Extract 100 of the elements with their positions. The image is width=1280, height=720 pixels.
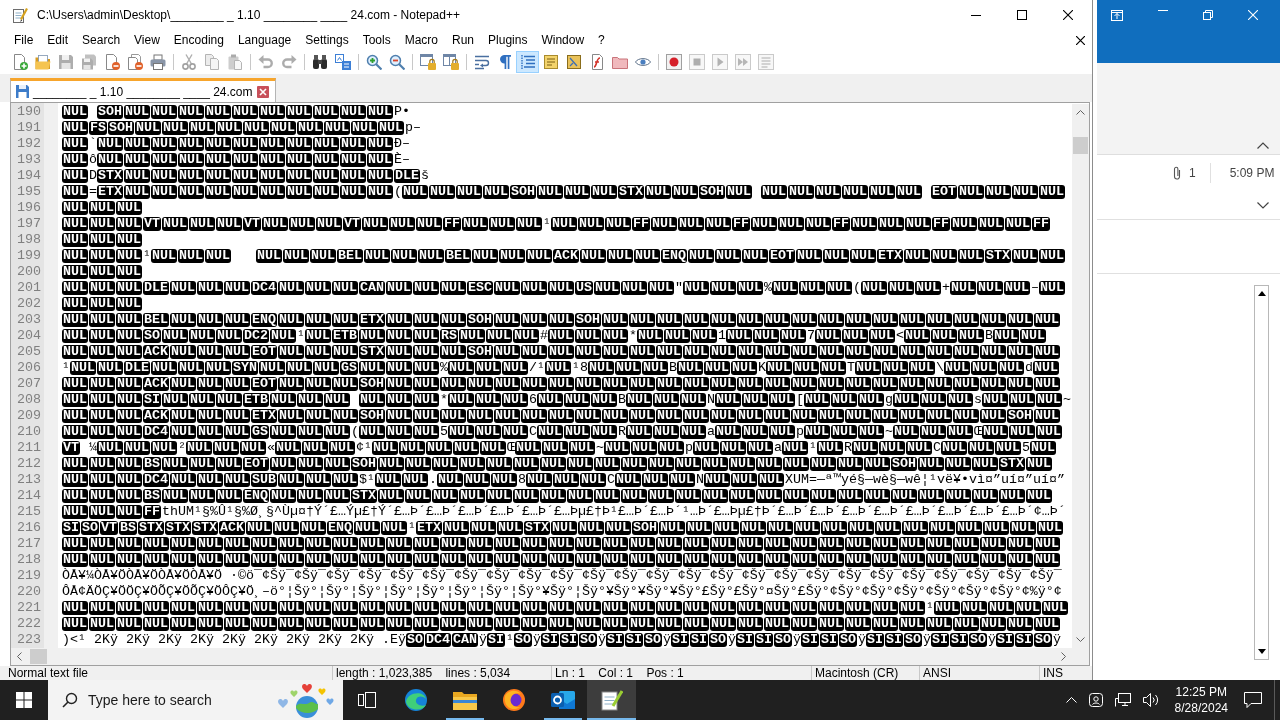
control-character: NUL — [440, 345, 466, 359]
control-character: SI — [735, 633, 754, 647]
control-character: NUL — [615, 361, 641, 375]
menu-item[interactable]: Language — [230, 31, 299, 49]
code-text: # — [540, 328, 548, 344]
control-character: NUL — [926, 377, 952, 391]
control-character: NUL — [62, 617, 88, 631]
scrollbar[interactable] — [1254, 285, 1269, 660]
control-character: SI — [143, 393, 161, 407]
control-character: NUL — [575, 553, 601, 567]
speech-bubble-icon[interactable] — [1244, 692, 1262, 708]
chevron-down-icon[interactable] — [1257, 201, 1269, 209]
taskbar-button[interactable] — [587, 680, 636, 720]
menu-item[interactable]: Settings — [298, 31, 356, 49]
maximize-icon[interactable] — [1017, 10, 1027, 20]
control-character: NUL — [729, 457, 755, 471]
control-character: NUL — [459, 457, 485, 471]
search-field[interactable]: Type here to search — [48, 680, 343, 720]
control-character: NUL — [62, 249, 88, 263]
notepad-pencil-icon — [12, 7, 28, 23]
control-character: NUL — [499, 249, 525, 263]
control-character: NUL — [386, 409, 412, 423]
clock[interactable]: 12:25 PM 8/28/2024 — [1170, 684, 1232, 716]
line-number: 192 — [16, 136, 42, 152]
menu-item[interactable]: Encoding — [166, 31, 231, 49]
control-character: NUL — [818, 601, 844, 615]
restore-icon[interactable] — [1203, 10, 1213, 20]
menu-item[interactable]: Edit — [40, 31, 76, 49]
control-character: NUL — [313, 105, 339, 119]
menu-item[interactable]: Run — [445, 31, 482, 49]
menu-item[interactable]: Tools — [355, 31, 398, 49]
line-number: 213 — [16, 472, 42, 488]
close-icon[interactable] — [1063, 10, 1073, 20]
menu-item[interactable]: File — [7, 31, 41, 49]
control-character: NUL — [1026, 457, 1052, 471]
control-character: NUL — [213, 441, 239, 455]
window-lock-icon — [419, 54, 436, 70]
indent-guide-icon — [519, 54, 536, 70]
control-character: NUL — [605, 217, 631, 231]
chevron-right-icon[interactable] — [1061, 652, 1066, 661]
control-character: NUL — [575, 601, 601, 615]
control-character: NUL — [216, 217, 242, 231]
control-character: NUL — [591, 425, 617, 439]
chevron-left-icon[interactable] — [17, 652, 22, 661]
four-panes-icon[interactable] — [16, 692, 32, 708]
status-field: INS — [1040, 666, 1092, 680]
control-character: NUL — [332, 537, 358, 551]
scrollbar[interactable] — [1072, 104, 1089, 648]
scroll-thumb[interactable] — [1073, 137, 1088, 154]
popout-icon[interactable] — [1111, 10, 1123, 21]
minimize-icon[interactable] — [971, 14, 981, 16]
chevron-up-icon[interactable] — [1257, 142, 1269, 149]
control-character: NUL — [605, 521, 631, 535]
control-character: NUL — [367, 169, 393, 183]
control-character: NUL — [594, 489, 620, 503]
control-character: NUL — [761, 185, 787, 199]
code-text: ¹8 — [572, 360, 588, 376]
control-character: NUL — [548, 313, 574, 327]
menu-item[interactable]: View — [127, 31, 167, 49]
menu-item[interactable]: Search — [75, 31, 128, 49]
fast-forward-icon — [734, 54, 751, 70]
control-character: NUL — [683, 601, 709, 615]
control-character: NUL — [742, 249, 768, 263]
control-character: NUL — [683, 313, 709, 327]
control-character: NUL — [162, 489, 188, 503]
control-character: NUL — [305, 617, 331, 631]
control-character: BS — [143, 457, 161, 471]
network-icon[interactable] — [1114, 693, 1131, 707]
webcam-icon[interactable] — [1088, 693, 1103, 707]
control-character: NUL — [494, 617, 520, 631]
control-character: NUL — [62, 313, 88, 327]
line-number: 191 — [16, 120, 42, 136]
control-character: RS — [440, 329, 458, 343]
speaker-icon[interactable] — [1142, 693, 1159, 707]
menu-item[interactable]: ? — [591, 31, 612, 49]
menu-item[interactable]: Macro — [397, 31, 445, 49]
control-character: NUL — [782, 441, 808, 455]
control-character: NUL — [116, 233, 142, 247]
control-character: NUL — [440, 553, 466, 567]
control-character: NUL — [1005, 217, 1031, 231]
menu-item[interactable]: Window — [534, 31, 592, 49]
control-character: NUL — [386, 377, 412, 391]
file-tab[interactable]: ________ _ 1.10 ________ ____ 24.com — [10, 78, 276, 102]
control-character: NUL — [564, 393, 590, 407]
control-character: NUL — [467, 553, 493, 567]
control-character: NUL — [799, 281, 825, 295]
menu-item[interactable]: Plugins — [481, 31, 535, 49]
control-character: NUL — [817, 441, 843, 455]
close-icon[interactable] — [1076, 35, 1085, 45]
control-character: NUL — [224, 345, 250, 359]
triangle-down-icon[interactable] — [1257, 649, 1266, 654]
control-character: NUL — [526, 249, 552, 263]
control-character: NUL — [710, 281, 736, 295]
task-view-icon[interactable] — [358, 692, 376, 708]
triangle-up-icon[interactable] — [1257, 291, 1266, 296]
scroll-thumb[interactable] — [30, 649, 47, 664]
code-text: R — [618, 424, 626, 440]
chevron-down-icon[interactable] — [1076, 637, 1085, 642]
control-character: NUL — [170, 313, 196, 327]
control-character: NUL — [62, 185, 88, 199]
